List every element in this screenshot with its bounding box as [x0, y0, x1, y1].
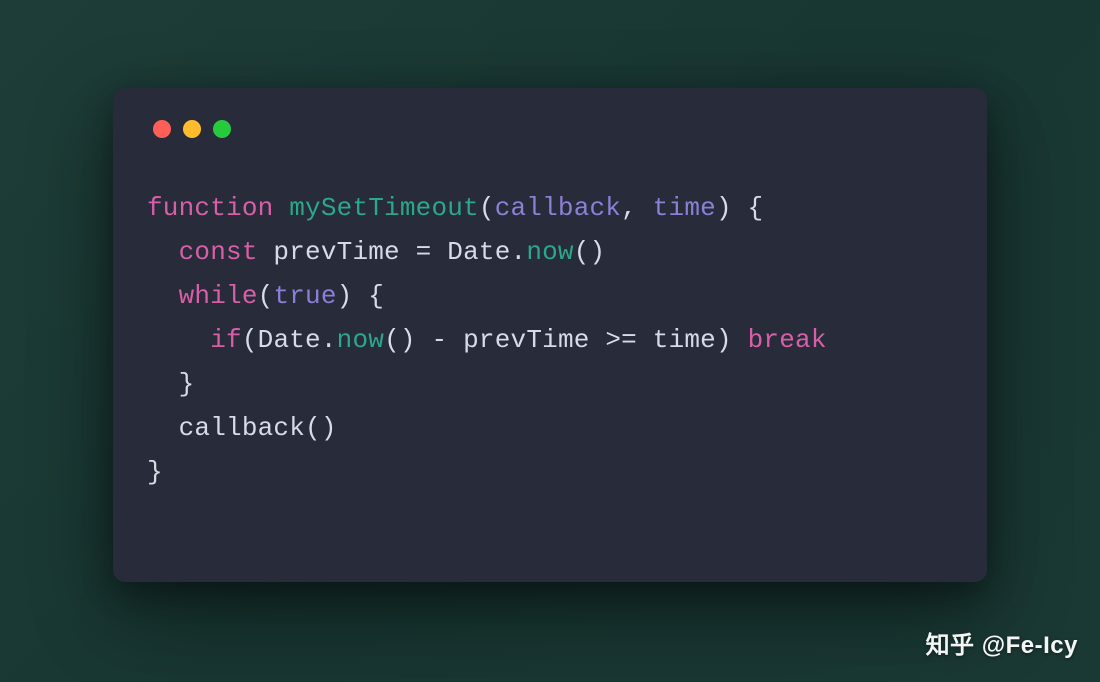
code-block: function mySetTimeout(callback, time) { …	[147, 186, 953, 494]
param-time: time	[653, 193, 716, 223]
kw-while: while	[179, 281, 258, 311]
minimize-icon[interactable]	[183, 120, 201, 138]
code-line-7: }	[147, 457, 163, 487]
param-callback: callback	[495, 193, 621, 223]
code-line-1: function mySetTimeout(callback, time) {	[147, 193, 763, 223]
watermark: 知乎 @Fe-Icy	[926, 625, 1078, 660]
close-icon[interactable]	[153, 120, 171, 138]
code-line-2: const prevTime = Date.now()	[147, 237, 605, 267]
fn-name: mySetTimeout	[289, 193, 479, 223]
kw-function: function	[147, 193, 273, 223]
window-controls	[153, 120, 953, 138]
code-line-6: callback()	[147, 413, 337, 443]
kw-const: const	[179, 237, 258, 267]
literal-true: true	[273, 281, 336, 311]
code-window: function mySetTimeout(callback, time) { …	[113, 88, 987, 582]
method-now: now	[526, 237, 573, 267]
code-line-5: }	[147, 369, 194, 399]
kw-if: if	[210, 325, 242, 355]
kw-break: break	[748, 325, 827, 355]
code-line-4: if(Date.now() - prevTime >= time) break	[147, 325, 827, 355]
code-line-3: while(true) {	[147, 281, 384, 311]
zoom-icon[interactable]	[213, 120, 231, 138]
